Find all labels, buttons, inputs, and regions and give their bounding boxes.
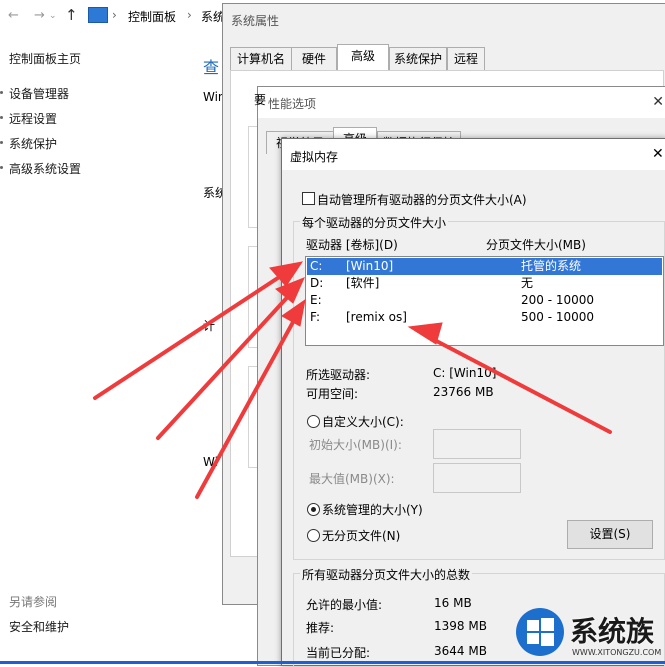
arrow-to-drive-e	[195, 298, 306, 499]
arrow-to-drive-c	[93, 261, 304, 400]
annotation-arrows	[93, 261, 612, 499]
watermark: 系统族 WWW.XITONGZU.COM	[510, 604, 665, 664]
watermark-brand: 系统族	[570, 615, 655, 648]
arrow-to-drive-d	[156, 277, 305, 440]
windows-logo-icon	[516, 608, 564, 656]
arrow-to-drive-f	[407, 322, 612, 434]
watermark-url: WWW.XITONGZU.COM	[572, 648, 662, 657]
